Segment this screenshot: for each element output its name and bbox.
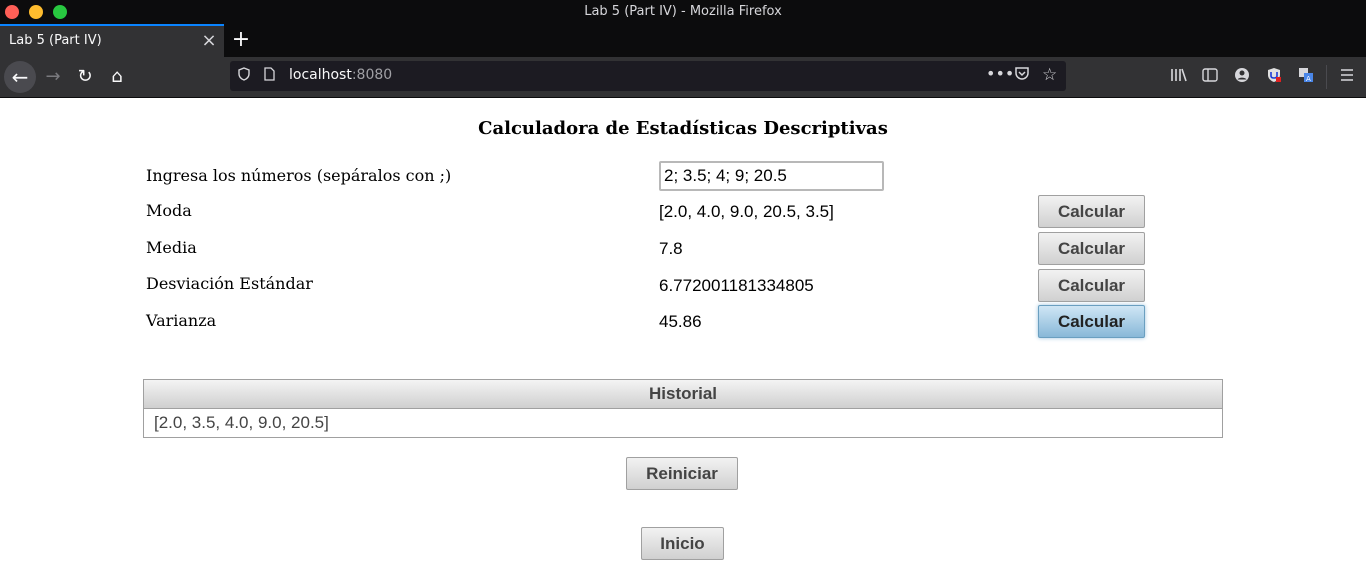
history-entry: [2.0, 3.5, 4.0, 9.0, 20.5] — [154, 413, 329, 432]
sidebar-icon[interactable] — [1199, 67, 1221, 86]
moda-label: Moda — [146, 201, 192, 220]
new-tab-button[interactable]: + — [230, 28, 252, 52]
url-bar[interactable]: localhost:8080 ••• ☆ — [230, 61, 1066, 91]
window-title: Lab 5 (Part IV) - Mozilla Firefox — [584, 4, 782, 19]
history-table: Historial [2.0, 3.5, 4.0, 9.0, 20.5] — [143, 379, 1223, 438]
home-button[interactable]: ⌂ — [102, 62, 132, 92]
reload-button[interactable]: ↻ — [70, 62, 100, 92]
pocket-icon[interactable] — [1014, 66, 1030, 85]
svg-text:A: A — [1306, 75, 1311, 83]
account-icon[interactable] — [1231, 67, 1253, 87]
navigation-toolbar: ← → ↻ ⌂ localhost:8080 ••• ☆ A — [0, 57, 1366, 98]
menu-icon[interactable] — [1336, 67, 1358, 86]
shield-icon[interactable] — [238, 67, 250, 85]
numbers-input-label: Ingresa los números (sepáralos con ;) — [146, 166, 452, 185]
url-port: :8080 — [351, 67, 393, 83]
tab-lab5[interactable]: Lab 5 (Part IV) × — [0, 24, 224, 57]
page-actions-icon[interactable]: ••• — [986, 64, 1014, 83]
desviacion-label: Desviación Estándar — [146, 274, 313, 293]
translate-icon[interactable]: A — [1295, 67, 1317, 87]
page-content: Calculadora de Estadísticas Descriptivas… — [0, 98, 1366, 574]
page-icon[interactable] — [264, 67, 275, 85]
tab-label: Lab 5 (Part IV) — [9, 33, 102, 48]
library-icon[interactable] — [1168, 67, 1190, 87]
media-value: 7.8 — [659, 239, 683, 258]
bookmark-star-icon[interactable]: ☆ — [1042, 65, 1057, 85]
calcular-media-button[interactable]: Calcular — [1038, 232, 1145, 265]
moda-value: [2.0, 4.0, 9.0, 20.5, 3.5] — [659, 202, 834, 221]
url-host: localhost — [289, 67, 352, 83]
page-title: Calculadora de Estadísticas Descriptivas — [478, 118, 888, 139]
tab-bar: Lab 5 (Part IV) × + — [0, 24, 1366, 57]
toolbar-separator — [1326, 65, 1327, 89]
window-titlebar: Lab 5 (Part IV) - Mozilla Firefox — [0, 0, 1366, 24]
varianza-value: 45.86 — [659, 312, 702, 331]
media-label: Media — [146, 238, 197, 257]
desviacion-value: 6.772001181334805 — [659, 276, 814, 295]
calcular-varianza-button[interactable]: Calcular — [1038, 305, 1145, 338]
inicio-button[interactable]: Inicio — [641, 527, 724, 560]
history-header: Historial — [144, 380, 1222, 409]
close-tab-icon[interactable]: × — [200, 31, 218, 51]
reiniciar-button[interactable]: Reiniciar — [626, 457, 738, 490]
calcular-desviacion-button[interactable]: Calcular — [1038, 269, 1145, 302]
back-button[interactable]: ← — [4, 61, 36, 93]
varianza-label: Varianza — [146, 311, 217, 330]
numbers-input[interactable]: 2; 3.5; 4; 9; 20.5 — [659, 161, 884, 191]
ublock-icon[interactable] — [1263, 67, 1285, 87]
calcular-moda-button[interactable]: Calcular — [1038, 195, 1145, 228]
url-text[interactable]: localhost:8080 — [289, 67, 392, 83]
forward-button[interactable]: → — [38, 62, 68, 92]
